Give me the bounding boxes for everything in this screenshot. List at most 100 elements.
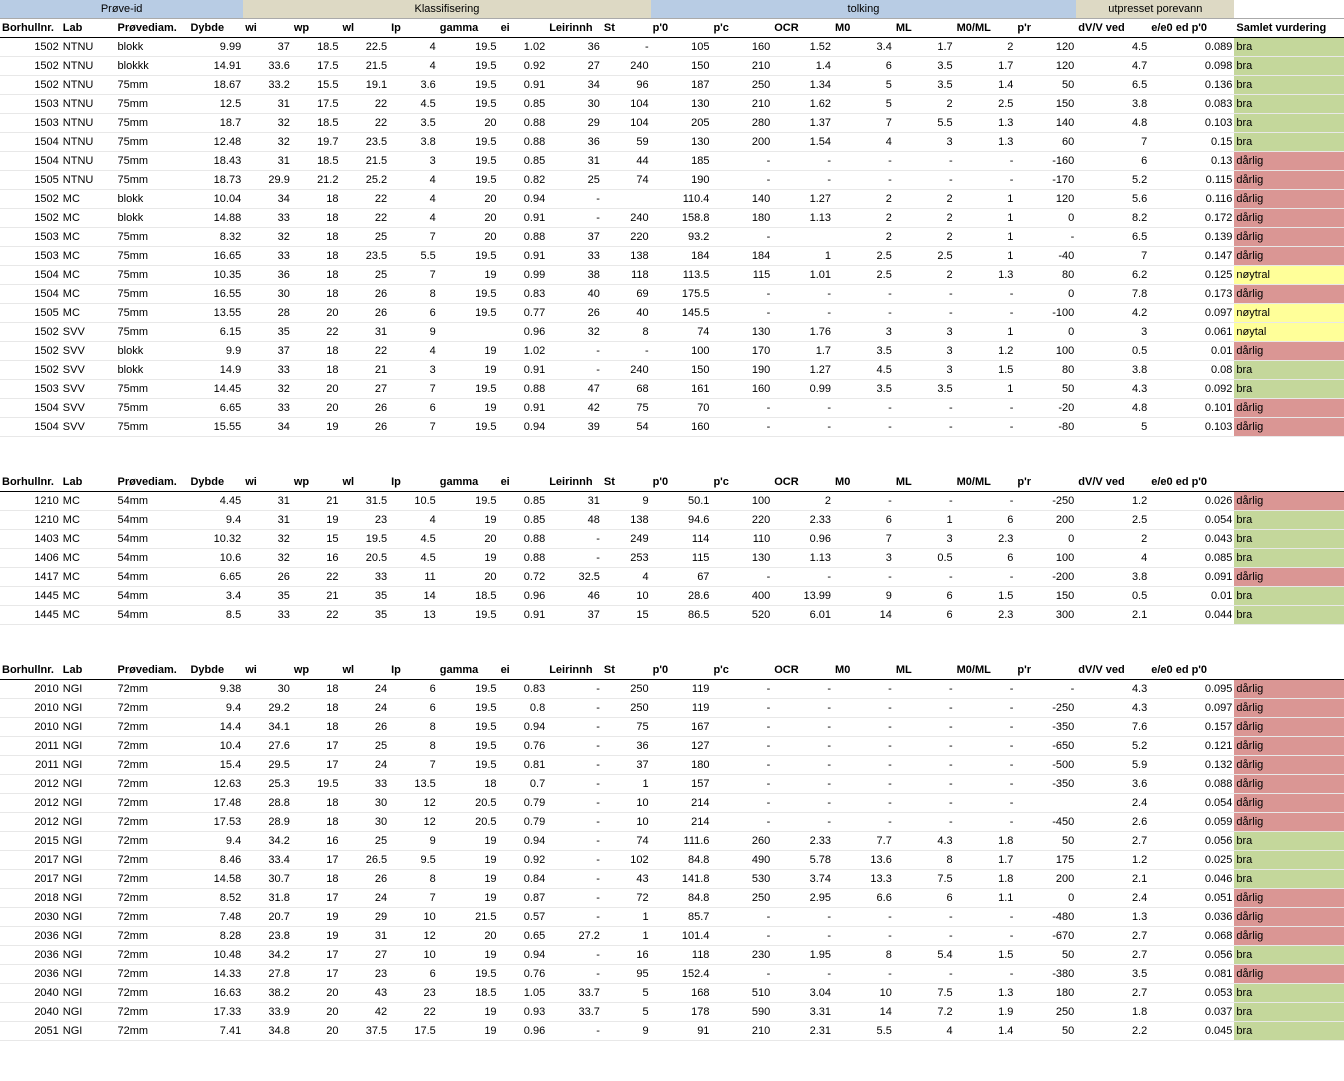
cell-6: 24 (340, 889, 389, 908)
cell-1: MC (61, 304, 116, 323)
cell-1: SVV (61, 418, 116, 437)
cell-16: 3 (894, 323, 955, 342)
cell-21: dårlig (1234, 737, 1344, 756)
cell-16: - (894, 304, 955, 323)
cell-11 (602, 190, 651, 209)
cell-21: bra (1234, 606, 1344, 625)
cell-2: 72mm (116, 1022, 189, 1041)
col-hdr-17: M0/ML (955, 473, 1016, 492)
cell-12: 84.8 (651, 889, 712, 908)
table-row: 2018NGI72mm8.5231.817247190.87-7284.8250… (0, 889, 1344, 908)
cell-15: 4 (833, 133, 894, 152)
cell-17: 1.8 (955, 832, 1016, 851)
cell-18: -170 (1015, 171, 1076, 190)
col-hdr-12: p'0 (651, 661, 712, 680)
cell-17: 1.2 (955, 342, 1016, 361)
cell-1: MC (61, 530, 116, 549)
cell-1: MC (61, 285, 116, 304)
cell-11: 104 (602, 95, 651, 114)
cell-0: 1403 (0, 530, 61, 549)
cell-4: 34.8 (243, 1022, 292, 1041)
cell-9: 0.83 (499, 285, 548, 304)
cell-21: bra (1234, 380, 1344, 399)
cell-6: 35 (340, 606, 389, 625)
cell-15: - (833, 399, 894, 418)
cell-16: 2 (894, 209, 955, 228)
cell-3: 8.5 (188, 606, 243, 625)
cell-17: 6 (955, 511, 1016, 530)
cell-20: 0.157 (1149, 718, 1234, 737)
cell-17: 1.4 (955, 76, 1016, 95)
cell-14: 2.31 (772, 1022, 833, 1041)
cell-19: 2.7 (1076, 984, 1149, 1003)
cell-3: 18.73 (188, 171, 243, 190)
cell-21: bra (1234, 114, 1344, 133)
cell-3: 12.5 (188, 95, 243, 114)
col-hdr-1: Lab (61, 473, 116, 492)
cell-16: - (894, 152, 955, 171)
cell-5: 18 (292, 794, 341, 813)
cell-1: NTNU (61, 57, 116, 76)
cell-3: 16.63 (188, 984, 243, 1003)
cell-15: 7.7 (833, 832, 894, 851)
cell-10: - (547, 775, 602, 794)
cell-6: 26 (340, 870, 389, 889)
cell-18: 60 (1015, 133, 1076, 152)
cell-15: 2 (833, 209, 894, 228)
col-hdr-13: p'c (711, 473, 772, 492)
cell-18: 140 (1015, 114, 1076, 133)
cell-17: - (955, 680, 1016, 699)
cell-5: 20 (292, 1003, 341, 1022)
cell-2: blokk (116, 209, 189, 228)
cell-3: 10.32 (188, 530, 243, 549)
cell-20: 0.15 (1149, 133, 1234, 152)
cell-4: 30 (243, 680, 292, 699)
cell-20: 0.095 (1149, 680, 1234, 699)
cell-15: - (833, 965, 894, 984)
cell-2: 72mm (116, 718, 189, 737)
cell-11: 249 (602, 530, 651, 549)
cell-15: 8 (833, 946, 894, 965)
cell-19: 1.2 (1076, 492, 1149, 511)
cell-13: - (711, 756, 772, 775)
cell-15: 9 (833, 587, 894, 606)
cell-0: 1503 (0, 95, 61, 114)
table-row: 1417MC54mm6.6526223311200.7232.5467-----… (0, 568, 1344, 587)
col-hdr-7: Ip (389, 661, 438, 680)
cell-11: 16 (602, 946, 651, 965)
cell-11: 9 (602, 492, 651, 511)
cell-0: 2012 (0, 775, 61, 794)
cell-3: 12.48 (188, 133, 243, 152)
cell-17: - (955, 965, 1016, 984)
cell-20: 0.097 (1149, 699, 1234, 718)
cell-10: 33.7 (547, 984, 602, 1003)
cell-21: dårlig (1234, 927, 1344, 946)
cell-18: -500 (1015, 756, 1076, 775)
cell-7: 12 (389, 813, 438, 832)
cell-4: 29.2 (243, 699, 292, 718)
cell-18: -20 (1015, 399, 1076, 418)
cell-10: 38 (547, 266, 602, 285)
cell-12: 67 (651, 568, 712, 587)
cell-14: - (772, 908, 833, 927)
cell-13: 190 (711, 361, 772, 380)
cell-11: 5 (602, 984, 651, 1003)
cell-11: 10 (602, 587, 651, 606)
cell-11: 59 (602, 133, 651, 152)
cell-13: 400 (711, 587, 772, 606)
cell-14: - (772, 152, 833, 171)
col-hdr-14: OCR (772, 19, 833, 38)
cell-21: nøytral (1234, 266, 1344, 285)
cell-17: - (955, 418, 1016, 437)
cell-3: 10.35 (188, 266, 243, 285)
cell-4: 26 (243, 568, 292, 587)
cell-14: 0.99 (772, 380, 833, 399)
cell-0: 1502 (0, 361, 61, 380)
cell-19: 2.1 (1076, 870, 1149, 889)
col-hdr-19: dV/V ved (1076, 661, 1149, 680)
cell-13: 590 (711, 1003, 772, 1022)
data-table: Prøve-idKlassifiseringtolkingutpresset p… (0, 0, 1344, 1041)
cell-12: 111.6 (651, 832, 712, 851)
cell-1: SVV (61, 361, 116, 380)
table-row: 2036NGI72mm8.2823.8193112200.6527.21101.… (0, 927, 1344, 946)
